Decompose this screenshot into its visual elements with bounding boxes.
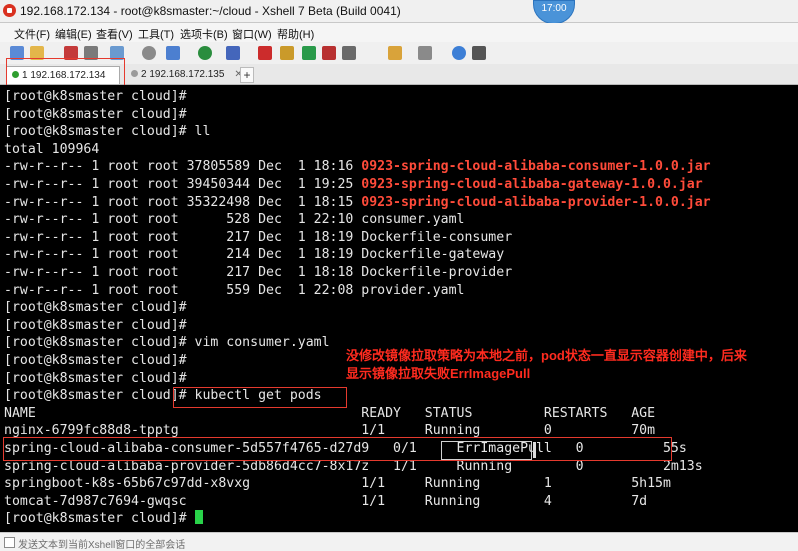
layout-icon[interactable] — [418, 46, 432, 60]
terminal-line: [root@k8smaster cloud]# — [4, 89, 187, 104]
jar-filename: 0923-spring-cloud-alibaba-gateway-1.0.0.… — [361, 177, 703, 192]
fullscreen-icon[interactable] — [302, 46, 316, 60]
terminal-line: [root@k8smaster cloud]# vim consumer.yam… — [4, 335, 330, 350]
xftp-icon[interactable] — [258, 46, 272, 60]
terminal-line: -rw-r--r-- 1 root root 559 Dec 1 22:08 p… — [4, 283, 465, 298]
keyboard-icon[interactable] — [322, 46, 336, 60]
status-hint[interactable]: 发送文本到当前Xshell窗口的全部会话 — [18, 536, 185, 551]
prompt-text: [root@k8smaster cloud]# — [4, 511, 195, 526]
pod-row: tomcat-7d987c7694-gwqsc 1/1 Running 4 7d — [4, 494, 648, 509]
annotation-line-1: 没修改镜像拉取策略为本地之前，pod状态一直显示容器创建中，后来 — [346, 348, 747, 363]
menu-window[interactable]: 窗口(W) — [232, 26, 272, 42]
terminal-line: -rw-r--r-- 1 root root 35322498 Dec 1 18… — [4, 194, 711, 211]
compose-icon[interactable] — [342, 46, 356, 60]
terminal-line: -rw-r--r-- 1 root root 39450344 Dec 1 19… — [4, 176, 703, 193]
highlight-box-error-row — [3, 437, 672, 461]
terminal-cursor — [194, 510, 203, 524]
terminal-line: -rw-r--r-- 1 root root 217 Dec 1 18:18 D… — [4, 265, 513, 280]
highlight-box-command — [173, 387, 347, 408]
font-icon[interactable] — [226, 46, 240, 60]
session-status-icon — [131, 70, 138, 77]
terminal-line: [root@k8smaster cloud]# — [4, 318, 187, 333]
chat-icon[interactable] — [472, 46, 486, 60]
lock-icon[interactable] — [280, 46, 294, 60]
menu-tools[interactable]: 工具(T) — [138, 26, 174, 42]
tab-label: 2 192.168.172.135 — [141, 69, 225, 80]
title-bar: 192.168.172.134 - root@k8smaster:~/cloud… — [0, 0, 798, 23]
file-listing: -rw-r--r-- 1 root root 37805589 Dec 1 18… — [4, 159, 362, 174]
script-icon[interactable] — [388, 46, 402, 60]
new-tab-button[interactable]: + — [240, 67, 254, 83]
terminal-line: -rw-r--r-- 1 root root 214 Dec 1 18:19 D… — [4, 247, 505, 262]
file-listing: -rw-r--r-- 1 root root 35322498 Dec 1 18… — [4, 195, 362, 210]
tab-session-2[interactable]: 2 192.168.172.135 ✕ — [126, 66, 243, 83]
terminal-line: [root@k8smaster cloud]# — [4, 107, 187, 122]
selection-box-status — [441, 441, 532, 460]
transfer-icon[interactable] — [166, 46, 180, 60]
terminal-line: -rw-r--r-- 1 root root 528 Dec 1 22:10 c… — [4, 212, 465, 227]
terminal-line: total 109964 — [4, 142, 100, 157]
menu-edit[interactable]: 编辑(E) — [55, 26, 92, 42]
jar-filename: 0923-spring-cloud-alibaba-provider-1.0.0… — [361, 195, 711, 210]
terminal-line: -rw-r--r-- 1 root root 217 Dec 1 18:19 D… — [4, 230, 513, 245]
menu-help[interactable]: 帮助(H) — [277, 26, 314, 42]
terminal-line: [root@k8smaster cloud]# — [4, 300, 187, 315]
jar-filename: 0923-spring-cloud-alibaba-consumer-1.0.0… — [361, 159, 711, 174]
terminal-line: [root@k8smaster cloud]# — [4, 353, 187, 368]
file-listing: -rw-r--r-- 1 root root 39450344 Dec 1 19… — [4, 177, 362, 192]
xshell-app-icon[interactable] — [3, 4, 16, 17]
menu-bar: 文件(F) 编辑(E) 查看(V) 工具(T) 选项卡(B) 窗口(W) 帮助(… — [0, 23, 798, 42]
window-title: 192.168.172.134 - root@k8smaster:~/cloud… — [20, 4, 401, 18]
terminal-line: [root@k8smaster cloud]# — [4, 371, 187, 386]
terminal-output[interactable]: [root@k8smaster cloud]# [root@k8smaster … — [0, 85, 798, 532]
pod-row: springboot-k8s-65b67c97dd-x8vxg 1/1 Runn… — [4, 476, 671, 491]
send-text-icon[interactable] — [4, 537, 15, 548]
menu-view[interactable]: 查看(V) — [96, 26, 133, 42]
search-icon[interactable] — [142, 46, 156, 60]
menu-tabs[interactable]: 选项卡(B) — [180, 26, 228, 42]
terminal-line: [root@k8smaster cloud]# ll — [4, 124, 211, 139]
help-icon[interactable] — [452, 46, 466, 60]
menu-file[interactable]: 文件(F) — [14, 26, 50, 42]
terminal-prompt: [root@k8smaster cloud]# — [4, 510, 203, 527]
status-bar: 发送文本到当前Xshell窗口的全部会话 — [0, 532, 798, 551]
terminal-line: -rw-r--r-- 1 root root 37805589 Dec 1 18… — [4, 158, 711, 175]
color-scheme-icon[interactable] — [198, 46, 212, 60]
text-caret-marker — [533, 442, 536, 458]
annotation-line-2: 显示镜像拉取失败ErrImagePull — [346, 366, 531, 381]
